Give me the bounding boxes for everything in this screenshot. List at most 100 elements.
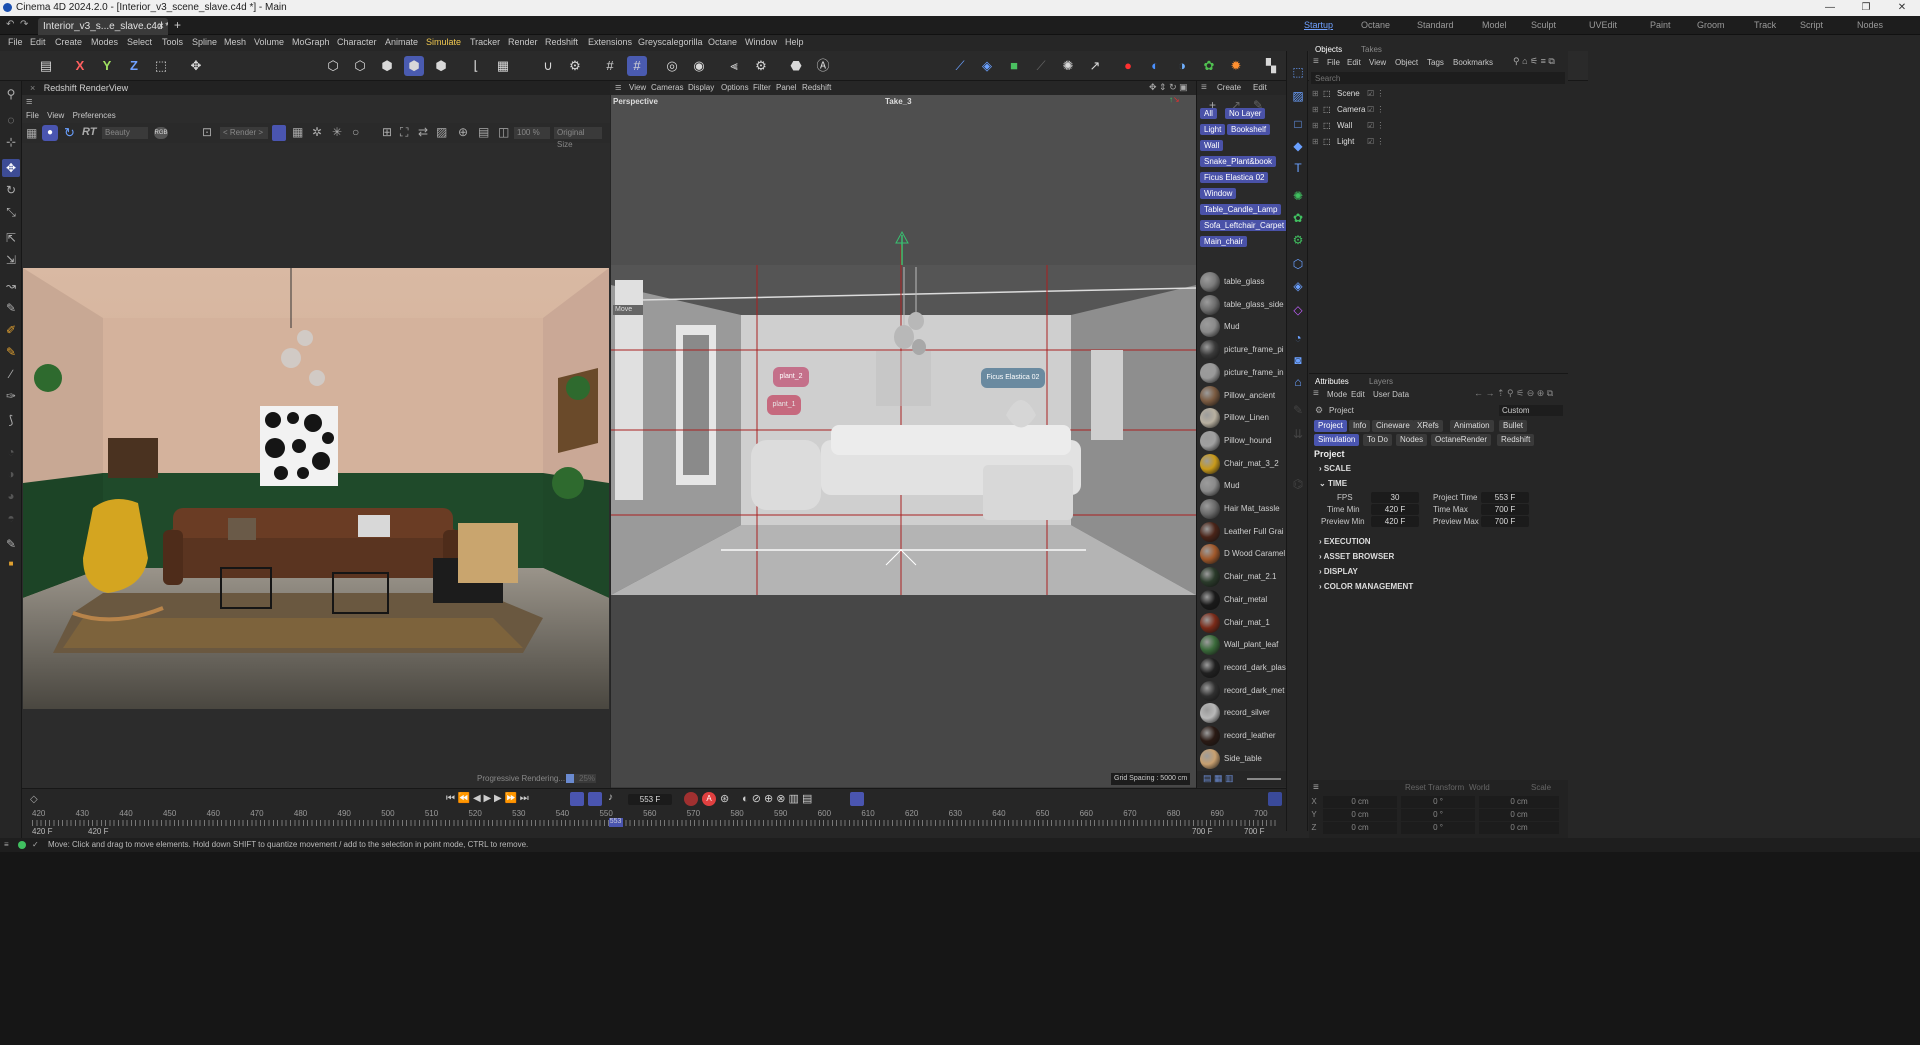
lock-region-icon[interactable] — [272, 125, 286, 141]
grid-snap-icon[interactable]: # — [600, 56, 620, 76]
attr-tab-simulation[interactable]: Simulation — [1314, 434, 1360, 446]
menu-simulate[interactable]: Simulate — [426, 37, 461, 47]
size-field[interactable]: 0 cm — [1479, 809, 1559, 821]
environment-icon[interactable]: ◔ — [1289, 329, 1307, 347]
layout-tab-uvedit[interactable]: UVEdit — [1589, 20, 1617, 30]
attr-tab-nodes[interactable]: Nodes — [1396, 434, 1428, 446]
checker-icon[interactable]: ▚ — [1261, 56, 1281, 76]
rgb-channel-icon[interactable]: RGB — [154, 127, 168, 139]
cube-icon[interactable]: ■ — [1004, 56, 1024, 76]
live-selection-icon[interactable]: ⊹ — [2, 133, 20, 151]
layer-tag-bookshelf[interactable]: Bookshelf — [1227, 124, 1271, 135]
crop-icon[interactable]: ⊡ — [202, 125, 212, 139]
fullscreen-icon[interactable]: ⛶ — [400, 125, 408, 140]
sketch-tool-icon[interactable]: ✐ — [2, 321, 20, 339]
position-field[interactable]: 0 cm — [1323, 822, 1397, 834]
preset-select[interactable]: Custom — [1499, 405, 1563, 416]
layout-tab-sculpt[interactable]: Sculpt — [1531, 20, 1556, 30]
vp-menu-panel[interactable]: Panel — [776, 83, 796, 92]
text-icon[interactable]: T — [1289, 159, 1307, 177]
camera-object-icon[interactable]: ◙ — [1289, 351, 1307, 369]
visibility-toggle-icon[interactable]: ☑ ⋮ — [1367, 103, 1384, 117]
tab-takes[interactable]: Takes — [1361, 45, 1382, 54]
menu-animate[interactable]: Animate — [385, 37, 418, 47]
paint-tool-icon[interactable]: ✎ — [2, 343, 20, 361]
solo-hierarchy-icon[interactable]: ◉ — [689, 56, 709, 76]
loop-icon[interactable] — [570, 792, 584, 806]
vp-menu-cameras[interactable]: Cameras — [651, 83, 683, 92]
menu-character[interactable]: Character — [337, 37, 377, 47]
record-icon[interactable] — [684, 792, 698, 806]
visibility-toggle-icon[interactable]: ☑ ⋮ — [1367, 119, 1384, 133]
menu-spline[interactable]: Spline — [192, 37, 217, 47]
minimize-button[interactable]: — — [1812, 0, 1848, 16]
preview-max-field[interactable]: 700 F — [1481, 516, 1529, 527]
viewport-canvas[interactable]: Move plant_2 plant_1 Ficus Elastica 02 ↑… — [611, 95, 1197, 787]
material-item[interactable]: Pillow_hound — [1197, 430, 1287, 452]
fps-field[interactable]: 30 — [1371, 492, 1419, 503]
snapshot-add-icon[interactable]: ⊕ — [458, 125, 468, 139]
object-name[interactable]: Scene — [1337, 87, 1360, 101]
cloner-icon[interactable]: ✺ — [1289, 187, 1307, 205]
list-view-icon[interactable]: ▤ ▦ ▥ — [1203, 773, 1234, 784]
model-mode-icon[interactable]: ⬢ — [404, 56, 424, 76]
polygons-mode-icon[interactable]: ⬢ — [377, 56, 397, 76]
status-menu-icon[interactable]: ≡ — [4, 838, 9, 852]
add-tab-icon[interactable]: + — [174, 18, 181, 32]
menu-greyscalegorilla[interactable]: Greyscalegorilla — [638, 37, 703, 47]
visibility-toggle-icon[interactable]: ☑ ⋮ — [1367, 87, 1384, 101]
panel-menu-icon[interactable]: ≡ — [26, 96, 32, 108]
layer-tag-table-candle-lamp[interactable]: Table_Candle_Lamp — [1200, 204, 1282, 215]
cube-primitive-icon[interactable]: ◆ — [1289, 137, 1307, 155]
spline-pen-icon[interactable]: ⟋ — [950, 56, 970, 76]
workplane-icon[interactable]: ⌊ — [466, 56, 486, 76]
octane-live-icon[interactable]: ✿ — [1199, 56, 1219, 76]
compare-icon[interactable]: ⇄ — [418, 125, 428, 139]
material-item[interactable]: Chair_metal — [1197, 589, 1287, 611]
viewport-nav-icons[interactable]: ✥ ⇕ ↻ ▣ — [1149, 82, 1188, 93]
zoom-search-icon[interactable]: ⚲ — [2, 85, 20, 103]
object-row[interactable]: ⊞ ⬚ Camera ☑ ⋮ — [1309, 103, 1568, 117]
generator-icon[interactable]: ◇ — [1289, 301, 1307, 319]
layer-tag-light[interactable]: Light — [1200, 124, 1226, 135]
next-key-icon[interactable]: ⏩ — [504, 793, 516, 804]
layer-tag-main-chair[interactable]: Main_chair — [1200, 236, 1248, 247]
menu-redshift[interactable]: Redshift — [545, 37, 578, 47]
mat-menu-create[interactable]: Create — [1217, 83, 1241, 92]
preview-min-field[interactable]: 420 F — [1371, 516, 1419, 527]
deform-icon[interactable]: ⬡ — [1289, 255, 1307, 273]
material-item[interactable]: Pillow_ancient — [1197, 385, 1287, 407]
range-end-field[interactable]: 700 F — [1192, 827, 1212, 836]
attr-tab-todo[interactable]: To Do — [1363, 434, 1392, 446]
subdivision-icon[interactable]: ▨ — [1289, 87, 1307, 105]
render-mode-select[interactable]: < Render > — [220, 127, 268, 139]
light-object-icon[interactable]: ⌂ — [1289, 373, 1307, 391]
material-item[interactable]: Hair Mat_tassle — [1197, 498, 1287, 520]
menu-mesh[interactable]: Mesh — [224, 37, 246, 47]
sound-icon[interactable]: ♪ — [608, 792, 613, 803]
attr-menu-user-data[interactable]: User Data — [1373, 390, 1409, 399]
vp-menu-display[interactable]: Display — [688, 83, 714, 92]
mat-menu-edit[interactable]: Edit — [1253, 83, 1267, 92]
sculpt-smooth-icon[interactable]: ◑ — [2, 465, 20, 483]
attr-tab-project[interactable]: Project — [1314, 420, 1347, 432]
maximize-button[interactable]: ❐ — [1848, 0, 1884, 16]
time-min-field[interactable]: 420 F — [1371, 504, 1419, 515]
knife-tool-icon[interactable]: ↝ — [2, 277, 20, 295]
texture-mode-icon[interactable]: ⬢ — [431, 56, 451, 76]
rotation-field[interactable]: 0 ° — [1401, 809, 1475, 821]
object-manager-icon[interactable]: ▤ — [36, 56, 56, 76]
section-scale[interactable]: › SCALE — [1319, 464, 1351, 473]
menu-create[interactable]: Create — [55, 37, 82, 47]
section-display[interactable]: › DISPLAY — [1319, 567, 1358, 576]
attr-tab-xrefs[interactable]: XRefs — [1413, 420, 1443, 432]
size-field[interactable]: 0 cm — [1479, 796, 1559, 808]
material-item[interactable]: picture_frame_pi — [1197, 339, 1287, 361]
symmetry-settings-icon[interactable]: ⚙ — [751, 56, 771, 76]
pen-tool-icon[interactable]: ✎ — [2, 299, 20, 317]
layout-tab-groom[interactable]: Groom — [1697, 20, 1725, 30]
refresh-render-icon[interactable]: ↻ — [64, 125, 75, 141]
material-item[interactable]: Chair_mat_2.1 — [1197, 566, 1287, 588]
start-render-icon[interactable]: ● — [42, 125, 58, 141]
deformer-icon[interactable]: ⟋ — [1031, 56, 1051, 76]
